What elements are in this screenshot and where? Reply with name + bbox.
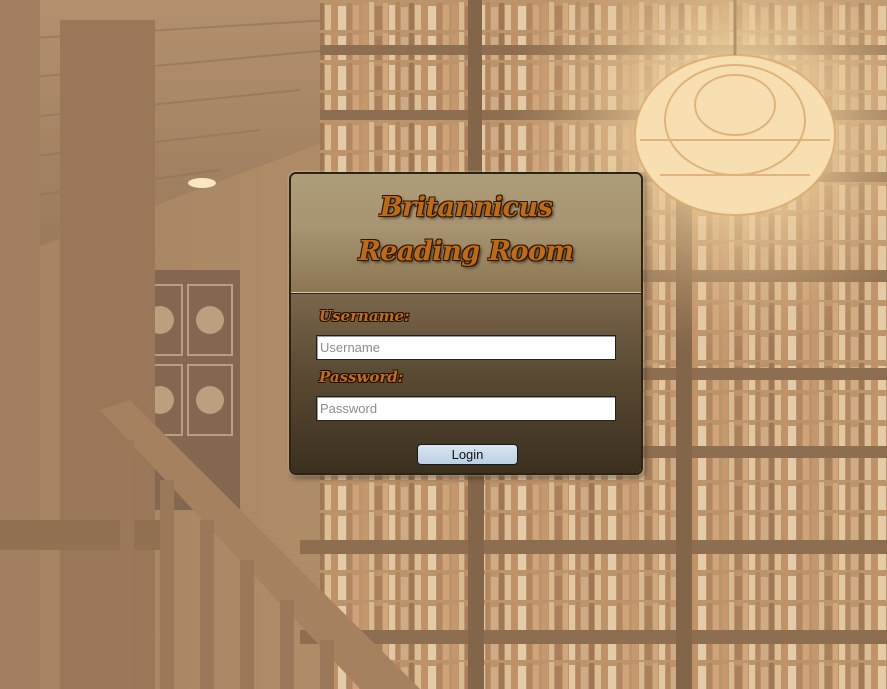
password-label: Password:	[319, 368, 404, 386]
login-form: Username: Password: Login	[291, 293, 641, 473]
site-title-line-1: Britannicus	[379, 192, 553, 223]
login-button[interactable]: Login	[417, 444, 518, 465]
login-panel: Britannicus Reading Room Username: Passw…	[289, 172, 643, 475]
username-input[interactable]	[316, 335, 616, 360]
password-input[interactable]	[316, 396, 616, 421]
username-label: Username:	[319, 307, 410, 325]
site-title-line-2: Reading Room	[358, 236, 574, 267]
login-panel-header: Britannicus Reading Room	[291, 174, 641, 293]
